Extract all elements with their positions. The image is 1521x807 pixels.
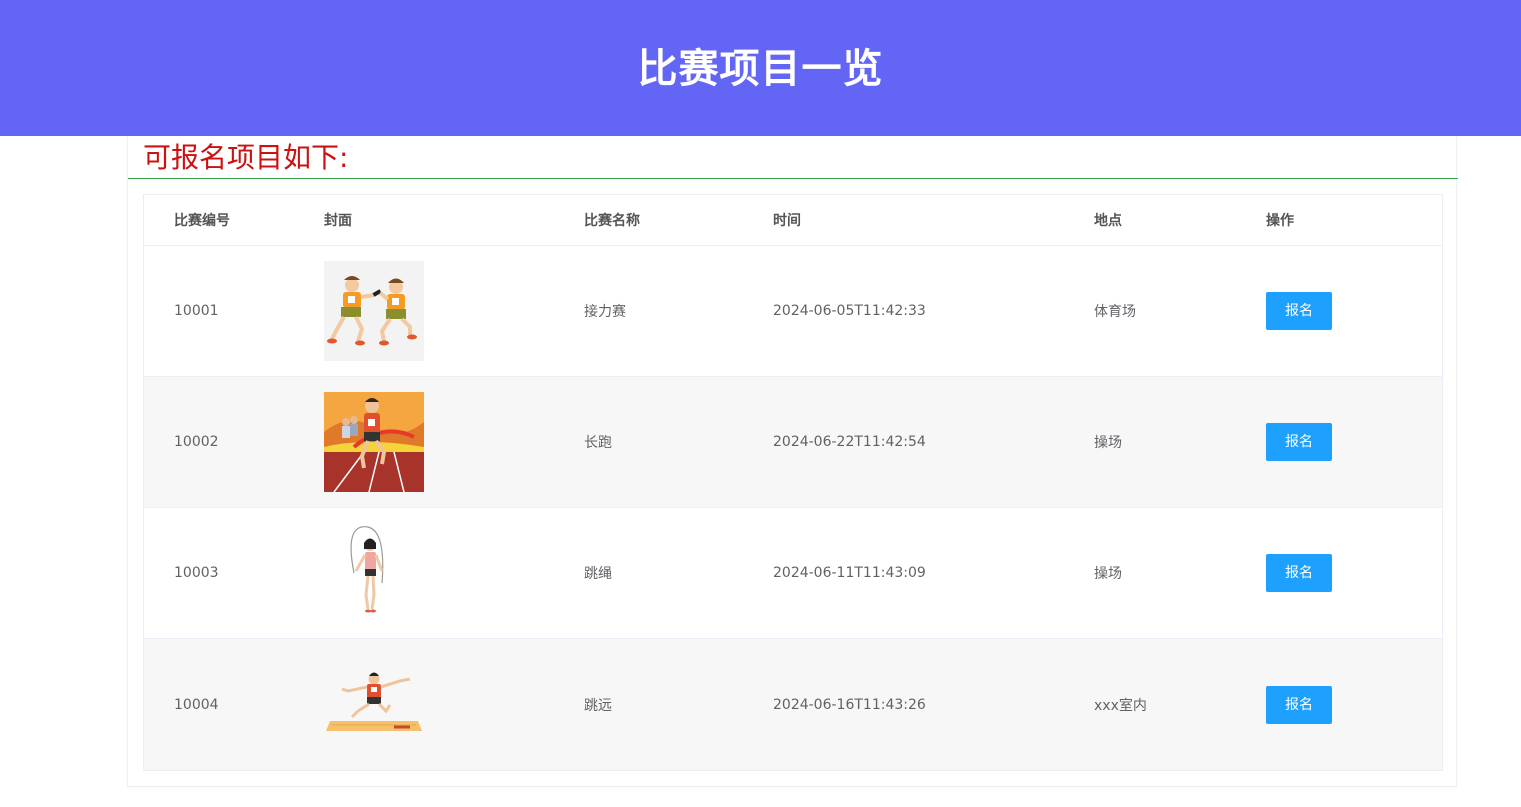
page-title: 比赛项目一览 [637, 46, 884, 92]
column-header-id: 比赛编号 [174, 213, 230, 229]
register-button[interactable]: 报名 [1266, 554, 1332, 592]
table-row: 10002 长跑 2024-06-22T11:42:54 操场 报名 [144, 377, 1442, 508]
table-header-row: 比赛编号 封面 比赛名称 时间 地点 操作 [144, 195, 1442, 246]
long-distance-run-image [324, 392, 424, 492]
event-place: 操场 [1094, 435, 1122, 451]
event-name: 跳绳 [584, 566, 612, 582]
long-jump-image [324, 654, 424, 755]
event-time: 2024-06-22T11:42:54 [773, 434, 926, 450]
event-name: 接力赛 [584, 304, 626, 320]
event-id: 10004 [174, 696, 219, 713]
relay-race-image [324, 261, 424, 361]
section-divider [128, 178, 1458, 179]
event-id: 10003 [174, 565, 219, 581]
event-name: 长跑 [584, 435, 612, 451]
column-header-cover: 封面 [324, 213, 352, 229]
register-button[interactable]: 报名 [1266, 685, 1332, 724]
register-button[interactable]: 报名 [1266, 423, 1332, 461]
jump-rope-image [324, 523, 424, 623]
event-time: 2024-06-05T11:42:33 [773, 303, 926, 319]
register-button[interactable]: 报名 [1266, 292, 1332, 330]
table-row: 10001 接力赛 2024-06-05T11:42:33 体育场 报名 [144, 246, 1442, 377]
table-row: 10004 跳远 2024-06-16T11:43:26 xxx室内 报名 [144, 639, 1442, 770]
column-header-time: 时间 [773, 213, 801, 229]
column-header-operation: 操作 [1266, 213, 1294, 229]
event-place: 体育场 [1094, 304, 1136, 320]
column-header-name: 比赛名称 [584, 213, 640, 229]
events-table: 比赛编号 封面 比赛名称 时间 地点 操作 10001 接力赛 2024-06-… [143, 194, 1443, 771]
event-id: 10001 [174, 303, 219, 319]
event-place: xxx室内 [1094, 697, 1147, 714]
event-time: 2024-06-11T11:43:09 [773, 565, 926, 581]
event-time: 2024-06-16T11:43:26 [773, 696, 926, 713]
page-header: 比赛项目一览 [0, 0, 1521, 136]
content-panel: 可报名项目如下: 比赛编号 封面 比赛名称 时间 地点 操作 10001 接力赛… [127, 136, 1458, 787]
event-id: 10002 [174, 434, 219, 450]
section-title: 可报名项目如下: [143, 141, 349, 174]
column-header-place: 地点 [1094, 213, 1122, 229]
table-row: 10003 跳绳 2024-06-11T11:43:09 操场 报名 [144, 508, 1442, 639]
event-name: 跳远 [584, 697, 612, 714]
event-place: 操场 [1094, 566, 1122, 582]
